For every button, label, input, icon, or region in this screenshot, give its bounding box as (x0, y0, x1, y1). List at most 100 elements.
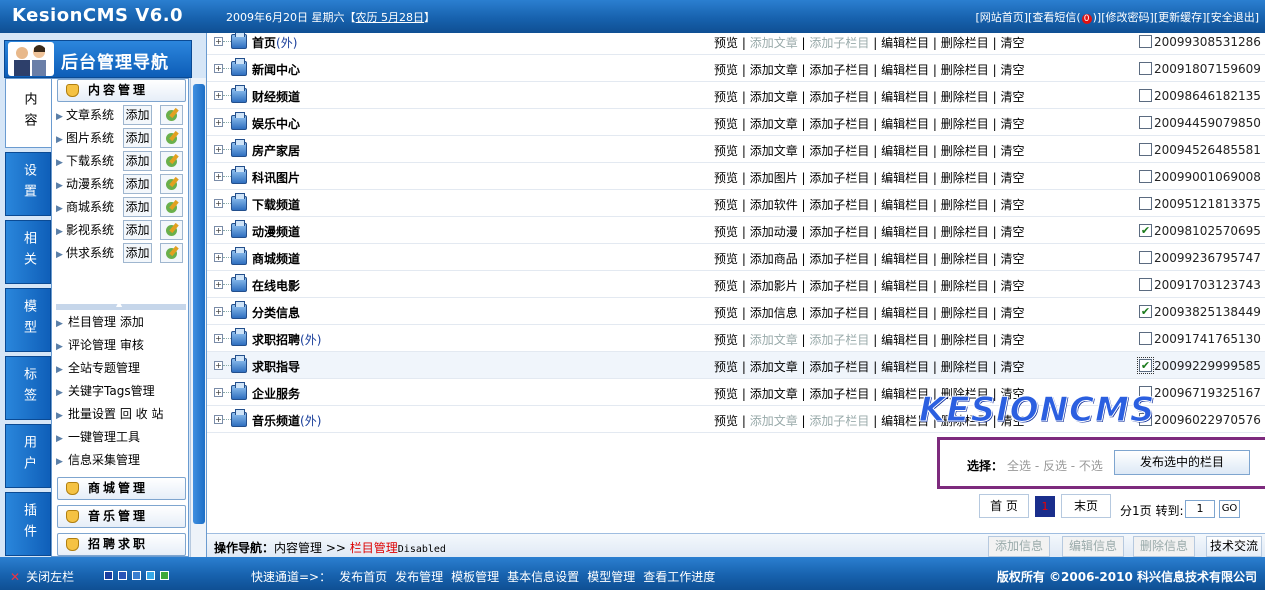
channel-name[interactable]: 财经频道 (252, 88, 300, 105)
channel-action[interactable]: 删除栏目 (941, 306, 989, 320)
channel-action[interactable]: 删除栏目 (941, 252, 989, 266)
channel-action[interactable]: 清空 (1000, 225, 1024, 239)
channel-action[interactable]: 添加文章 (750, 144, 798, 158)
channel-name[interactable]: 商城频道 (252, 250, 300, 267)
channel-name[interactable]: 企业服务 (252, 385, 300, 402)
expand-icon[interactable]: + (214, 91, 223, 100)
expand-icon[interactable]: + (214, 118, 223, 127)
channel-checkbox[interactable]: ✔ (1137, 357, 1154, 374)
channel-action[interactable]: 删除栏目 (941, 360, 989, 374)
shop-management-group[interactable]: 商城管理 (57, 477, 186, 500)
channel-action[interactable]: 删除栏目 (941, 171, 989, 185)
sidebar-link-tags[interactable]: ▶ 关键字Tags管理 (56, 381, 188, 401)
channel-name[interactable]: 下载频道 (252, 196, 300, 213)
edit-supply-icon[interactable] (160, 243, 183, 263)
channel-action[interactable]: 添加子栏目 (809, 117, 869, 131)
sidebar-link-column[interactable]: ▶ 栏目管理 添加 (56, 312, 188, 332)
theme-swatch[interactable] (132, 571, 141, 580)
channel-action[interactable]: 添加子栏目 (809, 252, 869, 266)
channel-action[interactable]: 添加文章 (750, 387, 798, 401)
channel-checkbox[interactable] (1139, 116, 1152, 129)
theme-swatch[interactable] (160, 571, 169, 580)
expand-icon[interactable]: + (214, 361, 223, 370)
channel-action[interactable]: 添加子栏目 (809, 63, 869, 77)
channel-action[interactable]: 预览 (714, 333, 738, 347)
channel-action[interactable]: 添加子栏目 (809, 171, 869, 185)
expand-icon[interactable]: + (214, 64, 223, 73)
close-left-panel[interactable]: ✕ 关闭左栏 (10, 568, 74, 585)
publish-selected-button[interactable]: 发布选中的栏目 (1114, 450, 1250, 475)
channel-action[interactable]: 删除栏目 (941, 225, 989, 239)
delete-info-button[interactable]: 删除信息 (1133, 536, 1195, 557)
subsystem-label[interactable]: 下载系统 (66, 154, 114, 168)
channel-action[interactable]: 清空 (1000, 63, 1024, 77)
expand-icon[interactable]: + (214, 307, 223, 316)
site-home-link[interactable]: [网站首页] (975, 11, 1028, 24)
channel-action[interactable]: 删除栏目 (941, 279, 989, 293)
theme-swatch[interactable] (104, 571, 113, 580)
music-management-group[interactable]: 音乐管理 (57, 505, 186, 528)
channel-name[interactable]: 房产家居 (252, 142, 300, 159)
channel-action[interactable]: 删除栏目 (941, 36, 989, 50)
channel-name[interactable]: 求职指导 (252, 358, 300, 375)
channel-action[interactable]: 编辑栏目 (881, 279, 929, 293)
channel-action[interactable]: 删除栏目 (941, 333, 989, 347)
add-supply-button[interactable]: 添加 (123, 243, 152, 263)
update-cache-link[interactable]: [更新缓存] (1154, 11, 1207, 24)
subsystem-label[interactable]: 图片系统 (66, 131, 114, 145)
channel-action[interactable]: 预览 (714, 171, 738, 185)
add-movie-button[interactable]: 添加 (123, 220, 152, 240)
channel-name[interactable]: 在线电影 (252, 277, 300, 294)
theme-swatch[interactable] (146, 571, 155, 580)
change-password-link[interactable]: [修改密码] (1101, 11, 1154, 24)
channel-checkbox[interactable] (1139, 170, 1152, 183)
channel-action[interactable]: 编辑栏目 (881, 333, 929, 347)
sidebar-link-collect[interactable]: ▶ 信息采集管理 (56, 450, 188, 470)
tech-exchange-button[interactable]: 技术交流 (1206, 536, 1262, 557)
channel-action[interactable]: 预览 (714, 387, 738, 401)
channel-action[interactable]: 添加子栏目 (809, 198, 869, 212)
channel-action[interactable]: 预览 (714, 414, 738, 428)
channel-action[interactable]: 预览 (714, 144, 738, 158)
channel-action[interactable]: 编辑栏目 (881, 90, 929, 104)
recruit-group[interactable]: 招聘求职 (57, 533, 186, 556)
sidebar-link-batch[interactable]: ▶ 批量设置 回 收 站 (56, 404, 188, 424)
tab-tags[interactable]: 标签 (5, 356, 51, 420)
channel-action[interactable]: 添加软件 (750, 198, 798, 212)
selection-options[interactable]: 全选 - 反选 - 不选 (1007, 457, 1103, 474)
channel-action[interactable]: 预览 (714, 360, 738, 374)
channel-action[interactable]: 预览 (714, 63, 738, 77)
channel-action[interactable]: 编辑栏目 (881, 63, 929, 77)
channel-action[interactable]: 清空 (1000, 36, 1024, 50)
channel-action[interactable]: 删除栏目 (941, 63, 989, 77)
channel-action[interactable]: 清空 (1000, 90, 1024, 104)
channel-checkbox[interactable]: ✔ (1139, 224, 1152, 237)
channel-action[interactable]: 添加文章 (750, 117, 798, 131)
channel-action[interactable]: 清空 (1000, 252, 1024, 266)
channel-action[interactable]: 清空 (1000, 360, 1024, 374)
channel-action[interactable]: 清空 (1000, 279, 1024, 293)
expand-icon[interactable]: + (214, 253, 223, 262)
channel-checkbox[interactable] (1139, 278, 1152, 291)
channel-action[interactable]: 添加子栏目 (809, 90, 869, 104)
channel-action[interactable]: 预览 (714, 117, 738, 131)
channel-checkbox[interactable] (1139, 143, 1152, 156)
channel-name[interactable]: 动漫频道 (252, 223, 300, 240)
channel-name[interactable]: 求职招聘(外) (252, 331, 321, 348)
channel-action[interactable]: 编辑栏目 (881, 225, 929, 239)
channel-action[interactable]: 编辑栏目 (881, 198, 929, 212)
channel-checkbox[interactable] (1139, 62, 1152, 75)
channel-name[interactable]: 分类信息 (252, 304, 300, 321)
subsystem-label[interactable]: 商城系统 (66, 200, 114, 214)
channel-checkbox[interactable] (1139, 197, 1152, 210)
subsystem-label[interactable]: 文章系统 (66, 108, 114, 122)
lunar-date-link[interactable]: 农历 5月28日 (356, 11, 425, 24)
expand-icon[interactable]: + (214, 145, 223, 154)
channel-action[interactable]: 添加图片 (750, 171, 798, 185)
quick-nav-link[interactable]: 发布管理 (395, 570, 443, 584)
channel-checkbox[interactable] (1139, 251, 1152, 264)
channel-checkbox[interactable] (1139, 332, 1152, 345)
page-jump-input[interactable]: 1 (1185, 500, 1215, 518)
channel-checkbox[interactable] (1139, 89, 1152, 102)
channel-action[interactable]: 预览 (714, 90, 738, 104)
